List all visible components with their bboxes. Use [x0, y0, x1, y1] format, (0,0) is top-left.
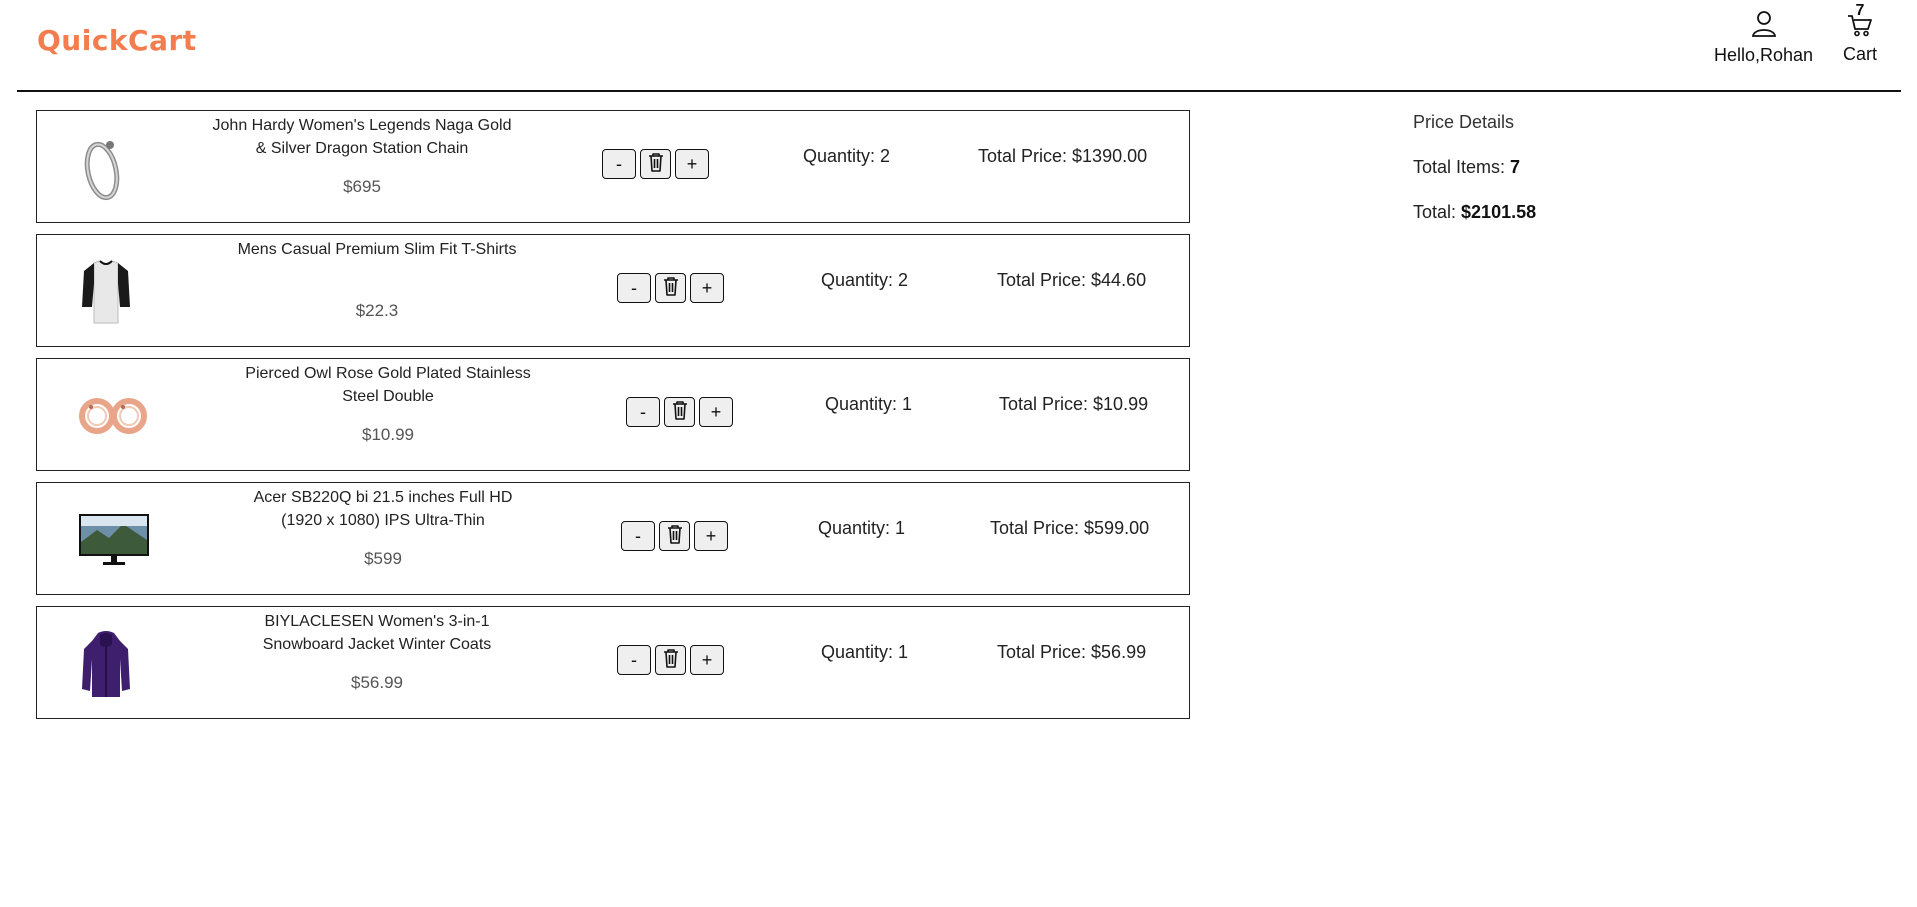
item-total-price: Total Price: $44.60 [997, 270, 1147, 290]
decrement-button[interactable]: - [617, 273, 651, 303]
total-items-label: Total Items: [1413, 157, 1511, 177]
decrement-button[interactable]: - [602, 149, 636, 179]
quantity-controls: - + [617, 645, 724, 675]
decrement-button[interactable]: - [626, 397, 660, 427]
item-quantity: Quantity: 1 [825, 394, 913, 414]
delete-button[interactable] [664, 397, 695, 427]
cart-count-badge: 7 [1855, 2, 1865, 19]
product-title[interactable]: John Hardy Women's Legends Naga Gold & S… [212, 114, 512, 160]
brand-logo[interactable]: QuickCart [37, 24, 197, 57]
quantity-controls: - + [617, 273, 724, 303]
quantity-controls: - + [621, 521, 728, 551]
trash-icon [646, 151, 666, 178]
cart-item: Acer SB220Q bi 21.5 inches Full HD (1920… [36, 482, 1190, 595]
price-details-panel: Price Details Total Items: 7 Total: $210… [1413, 112, 1713, 223]
product-image-monitor[interactable] [77, 505, 151, 575]
item-quantity: Quantity: 2 [821, 270, 909, 290]
header: QuickCart Hello,Rohan 7 Cart [0, 0, 1917, 91]
item-total-price: Total Price: $10.99 [999, 394, 1149, 414]
trash-icon [670, 399, 690, 426]
header-divider [17, 90, 1901, 92]
product-title[interactable]: BIYLACLESEN Women's 3-in-1 Snowboard Jac… [227, 610, 527, 656]
item-total-price: Total Price: $1390.00 [978, 146, 1148, 166]
increment-button[interactable]: + [690, 273, 724, 303]
quantity-controls: - + [626, 397, 733, 427]
increment-button[interactable]: + [694, 521, 728, 551]
user-icon [1749, 8, 1779, 43]
product-title[interactable]: Mens Casual Premium Slim Fit T-Shirts [227, 238, 527, 261]
increment-button[interactable]: + [675, 149, 709, 179]
item-quantity: Quantity: 1 [818, 518, 906, 538]
price-details-title: Price Details [1413, 112, 1515, 132]
product-price: $10.99 [362, 425, 414, 444]
cart-item: Mens Casual Premium Slim Fit T-Shirts $2… [36, 234, 1190, 347]
quantity-controls: - + [602, 149, 709, 179]
product-image-t-shirt[interactable] [69, 257, 143, 327]
cart-item: BIYLACLESEN Women's 3-in-1 Snowboard Jac… [36, 606, 1190, 719]
cart-label: Cart [1843, 44, 1878, 64]
total-items-row: Total Items: 7 [1413, 157, 1713, 178]
cart-item: John Hardy Women's Legends Naga Gold & S… [36, 110, 1190, 223]
product-price: $56.99 [351, 673, 403, 692]
cart-item-list: John Hardy Women's Legends Naga Gold & S… [36, 110, 1190, 730]
delete-button[interactable] [655, 273, 686, 303]
user-greeting: Hello,Rohan [1714, 45, 1814, 65]
grand-total-value: $2101.58 [1461, 202, 1537, 222]
increment-button[interactable]: + [690, 645, 724, 675]
user-account-button[interactable]: Hello,Rohan [1714, 8, 1813, 66]
total-items-value: 7 [1510, 157, 1521, 177]
product-image-bracelet[interactable] [65, 133, 139, 203]
product-title[interactable]: Pierced Owl Rose Gold Plated Stainless S… [238, 362, 538, 408]
delete-button[interactable] [655, 645, 686, 675]
item-total-price: Total Price: $599.00 [990, 518, 1150, 538]
product-price: $22.3 [355, 301, 399, 320]
cart-item: Pierced Owl Rose Gold Plated Stainless S… [36, 358, 1190, 471]
grand-total-row: Total: $2101.58 [1413, 202, 1713, 223]
cart-button[interactable]: 7 Cart [1843, 3, 1878, 65]
trash-icon [661, 647, 681, 674]
item-quantity: Quantity: 2 [803, 146, 891, 166]
increment-button[interactable]: + [699, 397, 733, 427]
grand-total-label: Total: [1413, 202, 1462, 222]
item-quantity: Quantity: 1 [821, 642, 909, 662]
product-price: $599 [364, 549, 402, 568]
decrement-button[interactable]: - [621, 521, 655, 551]
item-total-price: Total Price: $56.99 [997, 642, 1147, 662]
delete-button[interactable] [659, 521, 690, 551]
product-image-earrings[interactable] [77, 381, 151, 451]
delete-button[interactable] [640, 149, 671, 179]
product-price: $695 [343, 177, 381, 196]
trash-icon [661, 275, 681, 302]
product-image-jacket[interactable] [69, 629, 143, 699]
product-title[interactable]: Acer SB220Q bi 21.5 inches Full HD (1920… [233, 486, 533, 532]
decrement-button[interactable]: - [617, 645, 651, 675]
trash-icon [665, 523, 685, 550]
